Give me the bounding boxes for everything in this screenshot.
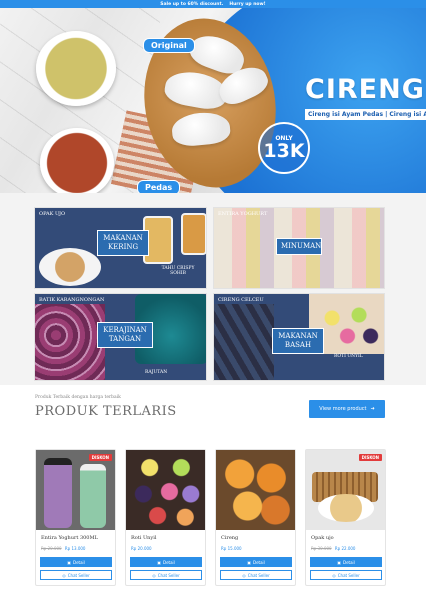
chat-seller-button[interactable]: ◎ Chat Seller: [310, 570, 382, 580]
product-image: [306, 450, 385, 530]
category-label-line1: KERAJINAN: [103, 326, 147, 334]
chat-seller-button[interactable]: ◎ Chat Seller: [220, 570, 292, 580]
food-plate-image: [39, 248, 101, 286]
product-prices: Rp 20.000 Rp 13.000: [41, 546, 85, 551]
product-card[interactable]: DISKON Entira Yoghurt 300ML Rp 20.000 Rp…: [35, 449, 116, 586]
section-title: PRODUK TERLARIS: [35, 404, 177, 419]
bottle-image: [80, 464, 106, 528]
category-note: ROTI UNYIL: [334, 354, 363, 359]
price: Rp 20.000: [131, 546, 152, 551]
category-label-line1: MAKANAN: [278, 332, 318, 340]
category-note: TAHU CRISPY SOHIB: [161, 266, 195, 276]
product-card[interactable]: Roti Unyil Rp 20.000 ▣ Detail ◎ Chat Sel…: [125, 449, 206, 586]
product-card[interactable]: Cireng Rp 15.000 ▣ Detail ◎ Chat Seller: [215, 449, 296, 586]
price: Rp 15.000: [221, 546, 242, 551]
category-tile-makanan-basah[interactable]: CIRENG CELCEU MAKANAN BASAH ROTI UNYIL: [213, 293, 385, 381]
category-name: ENTIRA YOGHURT: [218, 211, 268, 217]
product-image: [126, 450, 205, 530]
detail-button[interactable]: ▣ Detail: [40, 557, 112, 567]
category-name: BATIK KARANGNONGAN: [39, 297, 105, 303]
bowl-pedas-image: [40, 128, 114, 193]
bowl-original-image: [36, 31, 116, 106]
bottle-image: [44, 458, 72, 528]
category-label-line1: MINUMAN: [281, 242, 322, 250]
detail-label: Detail: [72, 559, 85, 565]
cart-icon: ▣: [337, 559, 341, 565]
category-label: MAKANAN BASAH: [272, 328, 324, 354]
category-label: MINUMAN: [276, 238, 322, 255]
chat-icon: ◎: [62, 572, 66, 578]
discount-badge: DISKON: [358, 454, 382, 461]
category-tile-minuman[interactable]: ENTIRA YOGHURT MINUMAN: [213, 207, 385, 289]
product-image: [216, 450, 295, 530]
product-name[interactable]: Entira Yoghurt 300ML: [41, 535, 98, 541]
hero-title: CIRENG: [305, 74, 425, 105]
product-prices: Rp 30.000 Rp 22.000: [311, 546, 355, 551]
category-tile-kerajinan-tangan[interactable]: BATIK KARANGNONGAN KERAJINAN TANGAN RAJU…: [34, 293, 207, 381]
category-name: CIRENG CELCEU: [218, 297, 264, 303]
old-price: Rp 30.000: [311, 546, 332, 551]
announcement-cta[interactable]: Hurry up now!: [229, 2, 265, 7]
detail-label: Detail: [252, 559, 265, 565]
section-tagline: Produk Terbaik dengan harga terbaik: [35, 395, 121, 400]
product-card[interactable]: DISKON Opak ujo Rp 30.000 Rp 22.000 ▣ De…: [305, 449, 386, 586]
arrow-right-icon: ➜: [370, 406, 375, 412]
category-label-line2: KERING: [107, 242, 139, 251]
chat-label: Chat Seller: [67, 572, 90, 578]
batik-image: [35, 304, 105, 380]
category-tile-makanan-kering[interactable]: OPAK UJO MAKANAN KERING TAHU CRISPY SOHI…: [34, 207, 207, 289]
fabric-image: [214, 304, 274, 380]
detail-label: Detail: [342, 559, 355, 565]
discount-badge: DISKON: [88, 454, 112, 461]
view-more-label: View more product: [319, 406, 367, 412]
chat-seller-button[interactable]: ◎ Chat Seller: [130, 570, 202, 580]
product-prices: Rp 20.000: [131, 546, 152, 551]
announcement-bar: Sale up to 60% discount. Hurry up now!: [0, 0, 426, 8]
category-label: MAKANAN KERING: [97, 230, 149, 256]
detail-label: Detail: [162, 559, 175, 565]
chat-icon: ◎: [242, 572, 246, 578]
category-name: OPAK UJO: [39, 211, 66, 217]
price-badge: ONLY 13K: [258, 122, 310, 174]
old-price: Rp 20.000: [41, 546, 62, 551]
chat-icon: ◎: [152, 572, 156, 578]
chat-label: Chat Seller: [337, 572, 360, 578]
chat-seller-button[interactable]: ◎ Chat Seller: [40, 570, 112, 580]
chat-label: Chat Seller: [157, 572, 180, 578]
view-more-button[interactable]: View more product ➜: [309, 400, 385, 418]
label-original: Original: [143, 38, 195, 53]
category-label: KERAJINAN TANGAN: [97, 322, 153, 348]
cart-icon: ▣: [157, 559, 161, 565]
badge-price: 13K: [263, 140, 305, 162]
price: Rp 13.000: [64, 546, 86, 551]
chat-icon: ◎: [332, 572, 336, 578]
food-plate-image: [318, 494, 374, 522]
detail-button[interactable]: ▣ Detail: [220, 557, 292, 567]
chat-label: Chat Seller: [247, 572, 270, 578]
hero-subtitle: Cireng isi Ayam Pedas | Cireng isi Ay: [305, 109, 426, 120]
category-note: RAJUTAN: [145, 370, 168, 375]
hero-banner[interactable]: Original Pedas CIRENG Cireng isi Ayam Pe…: [0, 8, 426, 193]
detail-button[interactable]: ▣ Detail: [310, 557, 382, 567]
announcement-text: Sale up to 60% discount.: [160, 1, 224, 7]
product-name[interactable]: Cireng: [221, 535, 238, 541]
category-label-line1: MAKANAN: [103, 234, 143, 242]
cart-icon: ▣: [247, 559, 251, 565]
product-name[interactable]: Opak ujo: [311, 535, 334, 541]
category-label-line2: BASAH: [284, 340, 312, 349]
detail-button[interactable]: ▣ Detail: [130, 557, 202, 567]
page: Sale up to 60% discount. Hurry up now! O…: [0, 0, 426, 595]
product-prices: Rp 15.000: [221, 546, 242, 551]
jar-image: [181, 213, 206, 255]
product-name[interactable]: Roti Unyil: [131, 535, 156, 541]
category-label-line2: TANGAN: [108, 334, 142, 343]
product-image: [36, 450, 115, 530]
cart-icon: ▣: [67, 559, 71, 565]
label-pedas: Pedas: [137, 180, 181, 193]
price: Rp 22.000: [334, 546, 356, 551]
